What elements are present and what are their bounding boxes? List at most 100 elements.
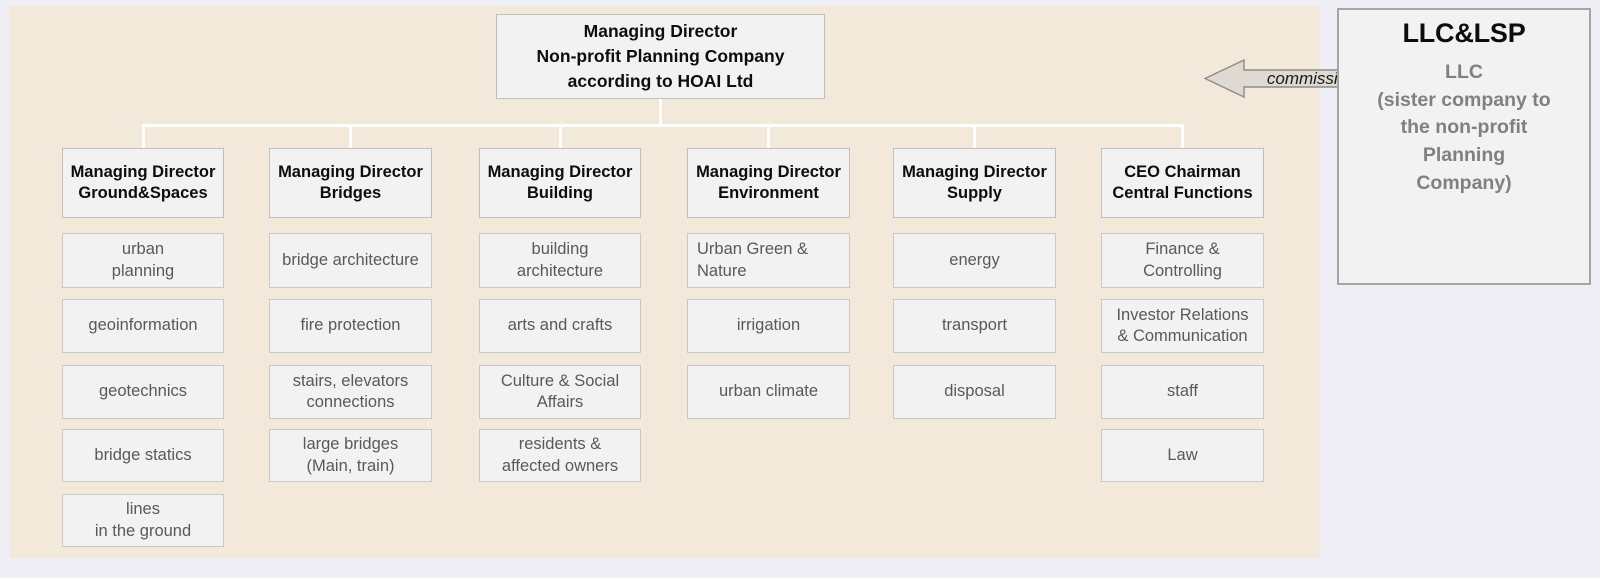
- unit-ground-spaces-1-text: urban planning: [63, 239, 223, 281]
- unit-bridges-4-line: large bridges: [302, 435, 399, 454]
- llc-lsp-description-line: Company): [1416, 171, 1512, 194]
- department-head-bridges[interactable]: Managing Director Bridges: [269, 148, 432, 218]
- unit-ground-spaces-2-line: geoinformation: [88, 316, 198, 335]
- department-head-ground-spaces-line: Managing Director: [70, 162, 216, 181]
- unit-ground-spaces-1-line: urban: [121, 240, 165, 259]
- unit-ground-spaces-5-text: lines in the ground: [63, 499, 223, 541]
- connector-drop-building: [558, 124, 562, 148]
- llc-lsp-description-line: the non-profit: [1400, 116, 1528, 139]
- department-head-ground-spaces-line: Ground&Spaces: [78, 184, 208, 202]
- connector-drop-bridges: [349, 124, 352, 148]
- unit-bridges-3[interactable]: stairs, elevators connections: [269, 365, 432, 419]
- department-head-supply-line: Supply: [946, 184, 1002, 202]
- unit-supply-3-text: disposal: [894, 381, 1055, 402]
- unit-central-functions-3-text: staff: [1102, 381, 1263, 402]
- department-head-building[interactable]: Managing Director Building: [479, 148, 641, 218]
- llc-lsp-panel[interactable]: LLC&LSP LLC (sister company to the non-pro…: [1337, 8, 1591, 285]
- unit-building-2-line: arts and crafts: [507, 316, 613, 335]
- unit-supply-2[interactable]: transport: [893, 299, 1056, 353]
- unit-environment-1-line: Urban Green &: [697, 240, 808, 259]
- root-line-3: according to HOAI Ltd: [567, 70, 754, 91]
- unit-supply-3-line: disposal: [944, 382, 1005, 401]
- unit-central-functions-3-line: staff: [1167, 382, 1198, 401]
- connector-root-stem: [659, 99, 662, 127]
- unit-building-2[interactable]: arts and crafts: [479, 299, 641, 353]
- department-head-environment-text: Managing Director Environment: [688, 162, 849, 205]
- unit-bridges-3-line: connections: [306, 393, 395, 411]
- unit-bridges-3-text: stairs, elevators connections: [270, 371, 431, 413]
- unit-central-functions-3[interactable]: staff: [1101, 365, 1264, 419]
- department-head-building-line: Managing Director: [487, 162, 633, 181]
- connector-horizontal-bus: [141, 124, 1184, 127]
- unit-building-4-text: residents & affected owners: [480, 434, 640, 476]
- unit-building-3-line: Culture & Social: [500, 371, 620, 390]
- unit-bridges-4[interactable]: large bridges (Main, train): [269, 429, 432, 482]
- unit-central-functions-2[interactable]: Investor Relations & Communication: [1101, 299, 1264, 353]
- department-head-central-functions[interactable]: CEO Chairman Central Functions: [1101, 148, 1264, 218]
- unit-bridges-3-line: stairs, elevators: [292, 371, 409, 390]
- unit-environment-2[interactable]: irrigation: [687, 299, 850, 353]
- unit-ground-spaces-5[interactable]: lines in the ground: [62, 494, 224, 547]
- unit-bridges-4-text: large bridges (Main, train): [270, 434, 431, 476]
- llc-lsp-description-line: LLC: [1445, 61, 1483, 83]
- unit-ground-spaces-2[interactable]: geoinformation: [62, 299, 224, 353]
- unit-ground-spaces-2-text: geoinformation: [63, 315, 223, 336]
- unit-supply-1[interactable]: energy: [893, 233, 1056, 288]
- unit-bridges-2-line: fire protection: [300, 316, 401, 335]
- unit-environment-2-line: irrigation: [736, 316, 801, 335]
- unit-building-4[interactable]: residents & affected owners: [479, 429, 641, 482]
- unit-environment-3-line: urban climate: [718, 382, 819, 401]
- unit-building-1[interactable]: building architecture: [479, 233, 641, 288]
- department-head-supply-text: Managing Director Supply: [894, 162, 1055, 205]
- unit-ground-spaces-4[interactable]: bridge statics: [62, 429, 224, 482]
- unit-supply-3[interactable]: disposal: [893, 365, 1056, 419]
- unit-supply-2-text: transport: [894, 315, 1055, 336]
- department-head-bridges-line: Bridges: [319, 184, 382, 202]
- unit-environment-3[interactable]: urban climate: [687, 365, 850, 419]
- unit-central-functions-1[interactable]: Finance & Controlling: [1101, 233, 1264, 288]
- unit-supply-1-text: energy: [894, 250, 1055, 271]
- department-head-central-functions-line: Central Functions: [1112, 184, 1253, 202]
- unit-building-1-text: building architecture: [480, 239, 640, 281]
- unit-supply-2-line: transport: [941, 316, 1008, 335]
- unit-environment-2-text: irrigation: [688, 315, 849, 336]
- department-head-environment-line: Managing Director: [696, 162, 841, 181]
- connector-drop-supply: [973, 124, 976, 148]
- unit-building-3-text: Culture & Social Affairs: [480, 371, 640, 413]
- unit-central-functions-4-line: Law: [1167, 445, 1198, 464]
- connector-drop-central-functions: [1181, 124, 1184, 148]
- root-line-1: Managing Director: [583, 21, 738, 42]
- department-head-supply-line: Managing Director: [902, 162, 1047, 181]
- unit-bridges-2[interactable]: fire protection: [269, 299, 432, 353]
- unit-ground-spaces-5-line: in the ground: [94, 521, 192, 540]
- unit-ground-spaces-3[interactable]: geotechnics: [62, 365, 224, 419]
- department-head-bridges-text: Managing Director Bridges: [270, 162, 431, 205]
- llc-lsp-title: LLC&LSP: [1402, 18, 1526, 48]
- unit-central-functions-1-line: Controlling: [1143, 261, 1222, 280]
- unit-bridges-1-line: bridge architecture: [282, 250, 419, 269]
- unit-environment-3-text: urban climate: [688, 381, 849, 402]
- unit-ground-spaces-1[interactable]: urban planning: [62, 233, 224, 288]
- unit-bridges-1[interactable]: bridge architecture: [269, 233, 432, 288]
- unit-building-3[interactable]: Culture & Social Affairs: [479, 365, 641, 419]
- unit-central-functions-2-text: Investor Relations & Communication: [1102, 305, 1263, 347]
- unit-ground-spaces-5-line: lines: [126, 500, 160, 519]
- department-head-ground-spaces[interactable]: Managing Director Ground&Spaces: [62, 148, 224, 218]
- unit-environment-1[interactable]: Urban Green & Nature: [687, 233, 850, 288]
- unit-bridges-1-text: bridge architecture: [270, 250, 431, 271]
- unit-ground-spaces-4-line: bridge statics: [94, 445, 192, 464]
- unit-central-functions-4[interactable]: Law: [1101, 429, 1264, 482]
- root-node-managing-director[interactable]: Managing Director Non-profit Planning Co…: [496, 14, 825, 99]
- unit-bridges-2-text: fire protection: [270, 315, 431, 336]
- llc-lsp-description-line: Planning: [1422, 144, 1506, 167]
- department-head-supply[interactable]: Managing Director Supply: [893, 148, 1056, 218]
- department-head-ground-spaces-text: Managing Director Ground&Spaces: [63, 162, 223, 205]
- department-head-environment[interactable]: Managing Director Environment: [687, 148, 850, 218]
- unit-building-1-line: architecture: [516, 261, 604, 280]
- unit-ground-spaces-3-text: geotechnics: [63, 381, 223, 402]
- department-head-bridges-line: Managing Director: [278, 162, 423, 181]
- unit-central-functions-1-text: Finance & Controlling: [1102, 239, 1263, 281]
- unit-central-functions-2-line: Investor Relations: [1116, 305, 1249, 324]
- unit-environment-1-text: Urban Green & Nature: [697, 239, 849, 281]
- unit-ground-spaces-3-line: geotechnics: [98, 382, 188, 401]
